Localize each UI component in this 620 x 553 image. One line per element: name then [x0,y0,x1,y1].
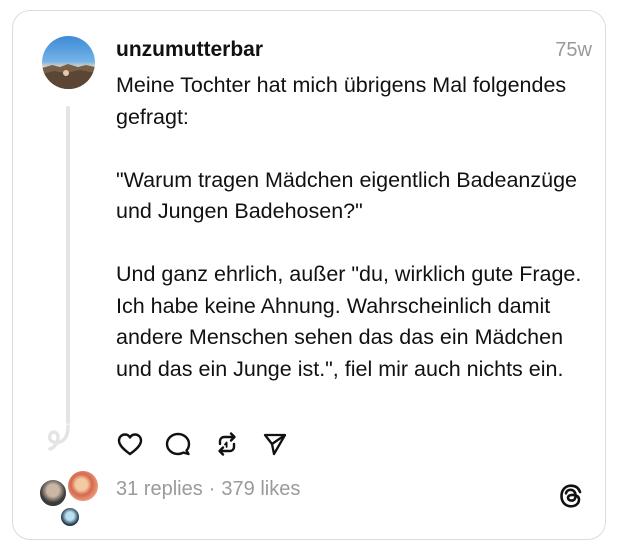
thread-curl [47,424,70,451]
stats-separator: · [208,478,216,500]
repost-button[interactable] [213,430,241,458]
repost-icon [218,432,236,456]
replier-avatar [66,469,100,503]
share-icon [263,433,287,456]
user-avatar[interactable] [42,36,95,89]
post-text: Meine Tochter hat mich übrigens Mal folg… [116,73,582,381]
thread-line [66,106,70,424]
replies-count[interactable]: 31 replies [116,478,203,500]
threads-logo-icon[interactable] [557,482,585,510]
replier-avatar [59,506,81,528]
username[interactable]: unzumutterbar [116,38,263,62]
likes-count[interactable]: 379 likes [221,478,300,500]
comment-icon [165,432,191,456]
post-stats: 31 replies · 379 likes [116,478,300,501]
share-button[interactable] [261,430,289,458]
avatar-image [42,64,95,89]
like-button[interactable] [116,430,144,458]
post-timestamp: 75w [555,39,592,61]
replier-avatar [38,478,68,508]
reply-button[interactable] [164,430,192,458]
heart-icon [117,433,143,456]
